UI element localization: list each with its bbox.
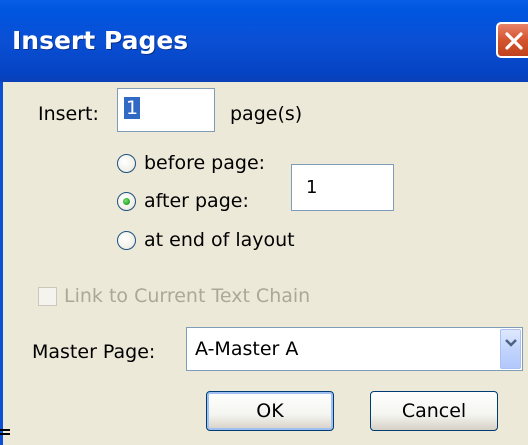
window-border	[0, 82, 3, 445]
before-page-radio[interactable]	[117, 154, 136, 173]
link-text-chain-label: Link to Current Text Chain	[64, 285, 311, 307]
after-page-radio[interactable]	[117, 192, 136, 211]
ok-button[interactable]: OK	[206, 391, 334, 431]
page-number-input[interactable]: 1	[291, 164, 394, 211]
master-page-value: A-Master A	[195, 338, 299, 360]
after-page-label: after page:	[144, 190, 249, 212]
insert-count-input[interactable]: 1	[117, 88, 215, 132]
link-text-chain-checkbox[interactable]	[38, 287, 57, 306]
master-page-label: Master Page:	[32, 341, 156, 363]
title-bar[interactable]: Insert Pages	[0, 0, 528, 82]
insert-label: Insert:	[38, 103, 99, 125]
insert-count-value: 1	[124, 97, 141, 119]
cancel-button[interactable]: Cancel	[370, 391, 498, 431]
close-button[interactable]	[496, 22, 528, 58]
pages-unit-label: page(s)	[230, 103, 303, 125]
edge-marker	[0, 429, 10, 435]
page-number-value: 1	[306, 177, 318, 198]
at-end-radio[interactable]	[117, 231, 136, 250]
master-page-select[interactable]: A-Master A	[186, 327, 523, 371]
before-page-label: before page:	[144, 152, 266, 174]
dialog-title: Insert Pages	[12, 26, 189, 55]
dropdown-button[interactable]	[500, 329, 521, 369]
radio-selected-dot	[123, 198, 130, 205]
at-end-label: at end of layout	[144, 229, 295, 251]
